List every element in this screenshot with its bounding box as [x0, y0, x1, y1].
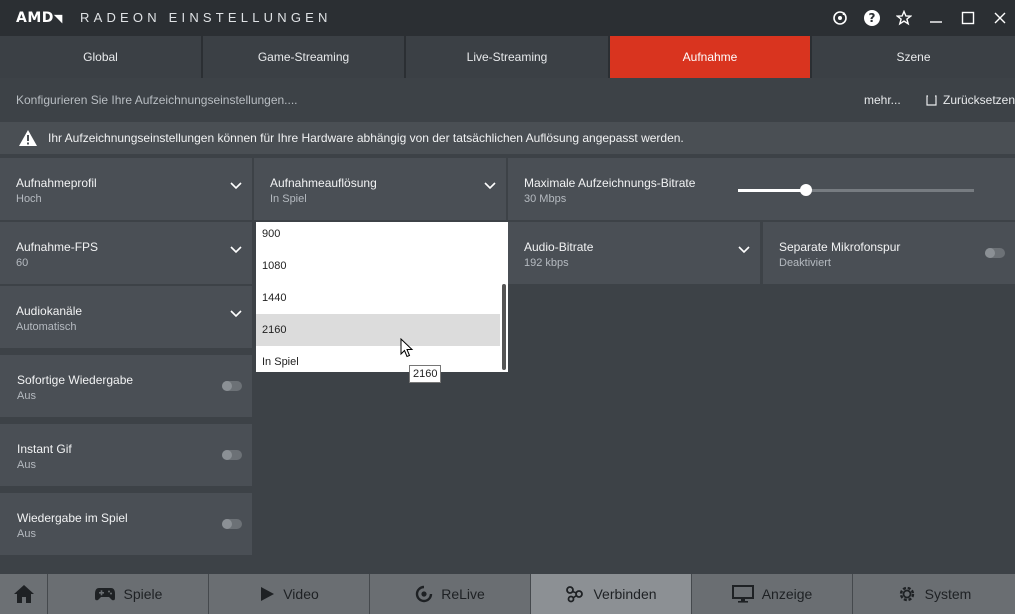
warning-text: Ihr Aufzeichnungseinstellungen können fü…	[48, 131, 684, 145]
home-button[interactable]	[0, 574, 48, 614]
window-title: RADEON EINSTELLUNGEN	[80, 10, 332, 25]
nav-relive-label: ReLive	[441, 586, 485, 602]
more-link[interactable]: mehr...	[864, 93, 901, 107]
amd-logo: AMD◥	[16, 10, 63, 26]
resolution-setting[interactable]: Aufnahmeauflösung In Spiel	[254, 158, 506, 220]
mic-track-value: Deaktiviert	[779, 257, 831, 269]
bottom-nav: Spiele Video ReLive Verbinden Anzeige Sy…	[0, 574, 1015, 614]
ingame-replay-label: Wiedergabe im Spiel	[17, 511, 128, 525]
nav-relive[interactable]: ReLive	[370, 574, 531, 614]
refresh-icon[interactable]	[828, 6, 852, 30]
dropdown-option-2160[interactable]: 2160	[256, 314, 500, 346]
tab-live-streaming[interactable]: Live-Streaming	[406, 36, 610, 78]
fps-label: Aufnahme-FPS	[16, 240, 99, 254]
resolution-label: Aufnahmeauflösung	[270, 176, 377, 190]
profile-label: Aufnahmeprofil	[16, 176, 97, 190]
nav-spiele[interactable]: Spiele	[48, 574, 209, 614]
ingame-replay-toggle[interactable]	[222, 519, 242, 529]
chevron-down-icon	[738, 246, 750, 254]
tooltip: 2160	[409, 365, 442, 383]
tab-global[interactable]: Global	[0, 36, 203, 78]
audio-bitrate-setting[interactable]: Audio-Bitrate 192 kbps	[508, 222, 760, 284]
ingame-replay-setting: Wiedergabe im Spiel Aus	[0, 493, 252, 555]
minimize-icon[interactable]	[924, 6, 948, 30]
audio-bitrate-label: Audio-Bitrate	[524, 240, 594, 254]
warning-banner: Ihr Aufzeichnungseinstellungen können fü…	[0, 122, 1015, 154]
resolution-value: In Spiel	[270, 193, 307, 205]
star-icon[interactable]	[892, 6, 916, 30]
instant-replay-toggle[interactable]	[222, 381, 242, 391]
bitrate-label: Maximale Aufzeichnungs-Bitrate	[524, 176, 696, 190]
ingame-replay-value: Aus	[17, 528, 36, 540]
audio-channels-label: Audiokanäle	[16, 304, 83, 318]
nav-verbinden[interactable]: Verbinden	[531, 574, 692, 614]
profile-setting[interactable]: Aufnahmeprofil Hoch	[0, 158, 252, 220]
instant-replay-value: Aus	[17, 390, 36, 402]
tab-game-streaming[interactable]: Game-Streaming	[203, 36, 406, 78]
chevron-down-icon	[230, 246, 242, 254]
settings-tabs: Global Game-Streaming Live-Streaming Auf…	[0, 36, 1015, 78]
resolution-dropdown: 900 1080 1440 2160 In Spiel	[256, 222, 508, 372]
dropdown-scrollbar[interactable]	[502, 284, 506, 370]
relive-icon	[416, 585, 433, 603]
close-icon[interactable]	[988, 6, 1012, 30]
info-text: Konfigurieren Sie Ihre Aufzeichnungseins…	[16, 93, 298, 107]
mouse-cursor-icon	[400, 338, 414, 358]
audio-bitrate-value: 192 kbps	[524, 257, 569, 269]
home-icon	[13, 585, 34, 603]
svg-text:?: ?	[869, 11, 876, 25]
instant-gif-label: Instant Gif	[17, 442, 72, 456]
tab-aufnahme[interactable]: Aufnahme	[610, 36, 812, 78]
play-icon	[261, 587, 275, 601]
warning-icon	[19, 130, 37, 146]
dropdown-option-1080[interactable]: 1080	[256, 250, 500, 282]
profile-value: Hoch	[16, 193, 42, 205]
instant-gif-setting: Instant Gif Aus	[0, 424, 252, 486]
nav-verbinden-label: Verbinden	[593, 586, 657, 602]
nav-spiele-label: Spiele	[123, 586, 163, 602]
title-bar: AMD◥ RADEON EINSTELLUNGEN ?	[0, 0, 1015, 36]
audio-channels-setting[interactable]: Audiokanäle Automatisch	[0, 286, 252, 348]
maximize-icon[interactable]	[956, 6, 980, 30]
tab-szene[interactable]: Szene	[812, 36, 1015, 78]
gamepad-icon	[94, 588, 115, 601]
monitor-icon	[731, 585, 754, 603]
gear-icon	[899, 586, 914, 602]
nav-video-label: Video	[283, 586, 319, 602]
instant-gif-toggle[interactable]	[222, 450, 242, 460]
nav-system[interactable]: System	[853, 574, 1015, 614]
instant-replay-setting: Sofortige Wiedergabe Aus	[0, 355, 252, 417]
instant-replay-label: Sofortige Wiedergabe	[17, 373, 134, 387]
bitrate-value: 30 Mbps	[524, 193, 567, 205]
bitrate-slider-fill	[738, 189, 807, 192]
mic-track-setting: Separate Mikrofonspur Deaktiviert	[763, 222, 1015, 284]
dropdown-option-in-spiel[interactable]: In Spiel	[256, 346, 500, 372]
reset-icon	[926, 94, 937, 106]
dropdown-option-1440[interactable]: 1440	[256, 282, 500, 314]
chevron-down-icon	[230, 310, 242, 318]
nav-video[interactable]: Video	[209, 574, 370, 614]
reset-label: Zurücksetzen	[943, 93, 1015, 107]
fps-value: 60	[16, 257, 29, 269]
audio-channels-value: Automatisch	[16, 321, 77, 333]
connect-icon	[566, 586, 584, 603]
help-icon[interactable]: ?	[860, 6, 884, 30]
mic-track-label: Separate Mikrofonspur	[779, 240, 901, 254]
nav-anzeige-label: Anzeige	[761, 586, 813, 602]
info-bar: Konfigurieren Sie Ihre Aufzeichnungseins…	[0, 78, 1015, 120]
mic-track-toggle[interactable]	[985, 248, 1005, 258]
bitrate-slider[interactable]	[738, 184, 974, 196]
fps-setting[interactable]: Aufnahme-FPS 60	[0, 222, 252, 284]
dropdown-option-900[interactable]: 900	[256, 222, 500, 250]
nav-system-label: System	[924, 586, 972, 602]
instant-gif-value: Aus	[17, 459, 36, 471]
nav-anzeige[interactable]: Anzeige	[692, 574, 853, 614]
reset-button[interactable]: Zurücksetzen	[926, 93, 1015, 107]
chevron-down-icon	[230, 182, 242, 190]
chevron-down-icon	[484, 182, 496, 190]
